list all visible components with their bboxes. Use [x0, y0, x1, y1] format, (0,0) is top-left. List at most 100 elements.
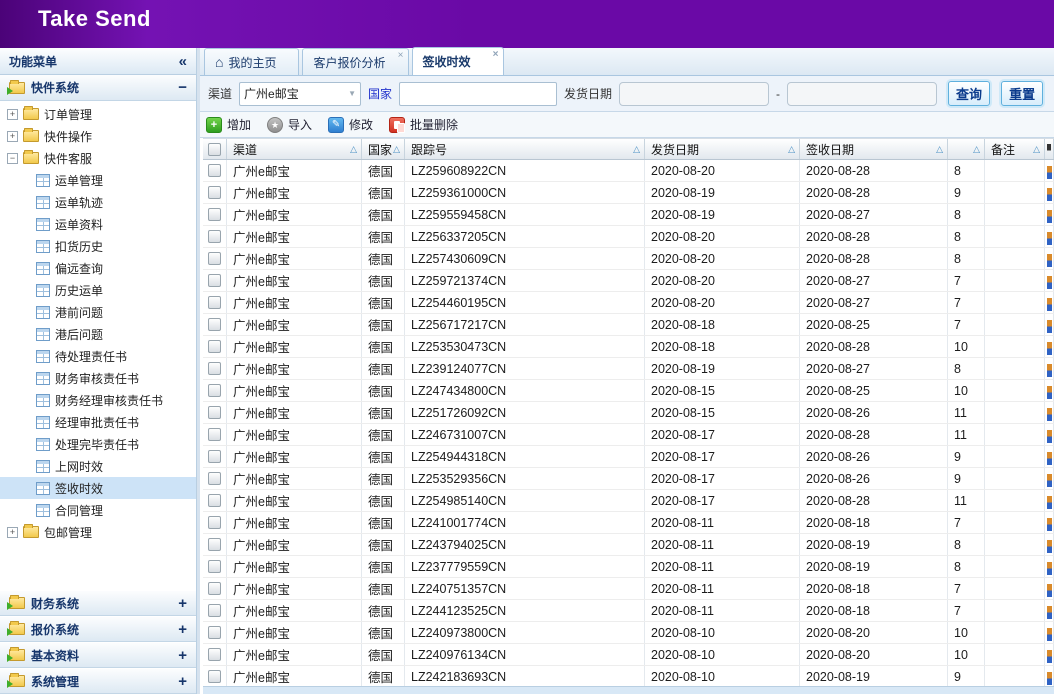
- country-input[interactable]: [399, 82, 557, 106]
- tab-客户报价分析[interactable]: 客户报价分析×: [302, 48, 408, 75]
- sidebar-item-财务经理审核责任书[interactable]: 财务经理审核责任书: [0, 389, 196, 411]
- row-checkbox[interactable]: [208, 560, 221, 573]
- cell-days: 8: [948, 556, 985, 577]
- row-checkbox[interactable]: [208, 318, 221, 331]
- tree-expander-icon[interactable]: +: [7, 109, 18, 120]
- select-all-checkbox[interactable]: [208, 143, 221, 156]
- sidebar-item-经理审批责任书[interactable]: 经理审批责任书: [0, 411, 196, 433]
- row-checkbox[interactable]: [208, 230, 221, 243]
- tree-folder-item[interactable]: +订单管理: [0, 103, 196, 125]
- sort-icon[interactable]: △: [788, 144, 795, 155]
- sidebar-item-港前问题[interactable]: 港前问题: [0, 301, 196, 323]
- sidebar-item-扣货历史[interactable]: 扣货历史: [0, 235, 196, 257]
- row-checkbox[interactable]: [208, 186, 221, 199]
- sidebar-bottom-sections: 财务系统+报价系统+基本资料+系统管理+: [0, 590, 196, 694]
- row-checkbox[interactable]: [208, 252, 221, 265]
- expand-plus-icon[interactable]: +: [178, 647, 187, 664]
- row-checkbox[interactable]: [208, 516, 221, 529]
- sidebar-item-待处理责任书[interactable]: 待处理责任书: [0, 345, 196, 367]
- sidebar-item-运单管理[interactable]: 运单管理: [0, 169, 196, 191]
- tab-我的主页[interactable]: ⌂我的主页: [204, 48, 299, 75]
- edit-button[interactable]: ✎ 修改: [328, 116, 373, 133]
- row-checkbox[interactable]: [208, 384, 221, 397]
- sort-icon[interactable]: △: [936, 144, 943, 155]
- date-from-input[interactable]: [619, 82, 769, 106]
- row-checkbox[interactable]: [208, 164, 221, 177]
- column-header-签收日期[interactable]: 签收日期△: [800, 139, 948, 159]
- row-checkbox[interactable]: [208, 406, 221, 419]
- row-checkbox[interactable]: [208, 274, 221, 287]
- collapse-minus-icon[interactable]: −: [178, 79, 187, 96]
- tab-close-icon[interactable]: ×: [398, 50, 404, 61]
- sort-icon[interactable]: △: [350, 144, 357, 155]
- sort-icon[interactable]: △: [633, 144, 640, 155]
- cell-clipped: [1045, 446, 1054, 467]
- column-header-days[interactable]: △: [948, 139, 985, 159]
- row-checkbox[interactable]: [208, 648, 221, 661]
- sidebar-item-港后问题[interactable]: 港后问题: [0, 323, 196, 345]
- tree-expander-icon[interactable]: +: [7, 527, 18, 538]
- row-checkbox[interactable]: [208, 428, 221, 441]
- sidebar-section-财务系统[interactable]: 财务系统+: [0, 590, 196, 616]
- row-checkbox[interactable]: [208, 538, 221, 551]
- add-button[interactable]: + 增加: [206, 116, 251, 133]
- expand-plus-icon[interactable]: +: [178, 621, 187, 638]
- table-row: 广州e邮宝德国LZ240751357CN2020-08-112020-08-18…: [203, 578, 1054, 600]
- clipped-cell-fragment: [1047, 210, 1052, 223]
- tab-签收时效[interactable]: 签收时效×: [412, 47, 504, 75]
- date-to-input[interactable]: [787, 82, 937, 106]
- column-header-跟踪号[interactable]: 跟踪号△: [405, 139, 645, 159]
- row-checkbox[interactable]: [208, 340, 221, 353]
- expand-plus-icon[interactable]: +: [178, 595, 187, 612]
- column-header-发货日期[interactable]: 发货日期△: [645, 139, 800, 159]
- row-checkbox[interactable]: [208, 450, 221, 463]
- reset-button[interactable]: 重置: [1001, 81, 1043, 106]
- import-button[interactable]: ★ 导入: [267, 116, 312, 133]
- cell-签收日期: 2020-08-26: [800, 446, 948, 467]
- tab-close-icon[interactable]: ×: [493, 49, 499, 60]
- sidebar-item-历史运单[interactable]: 历史运单: [0, 279, 196, 301]
- row-checkbox[interactable]: [208, 362, 221, 375]
- sidebar-section-基本资料[interactable]: 基本资料+: [0, 642, 196, 668]
- sidebar-item-上网时效[interactable]: 上网时效: [0, 455, 196, 477]
- tree-expander-icon[interactable]: +: [7, 131, 18, 142]
- edit-button-label: 修改: [349, 116, 373, 133]
- column-header-备注[interactable]: 备注△: [985, 139, 1045, 159]
- column-header-渠道[interactable]: 渠道△: [227, 139, 362, 159]
- search-button[interactable]: 查询: [948, 81, 990, 106]
- chevron-down-icon[interactable]: ▼: [348, 89, 356, 98]
- batch-delete-button[interactable]: 批量删除: [389, 116, 458, 133]
- sidebar-item-偏远查询[interactable]: 偏远查询: [0, 257, 196, 279]
- sidebar-section-express-system[interactable]: 快件系统 −: [0, 75, 196, 101]
- row-checkbox[interactable]: [208, 208, 221, 221]
- column-header-国家[interactable]: 国家△: [362, 139, 405, 159]
- sidebar-item-处理完毕责任书[interactable]: 处理完毕责任书: [0, 433, 196, 455]
- row-checkbox[interactable]: [208, 582, 221, 595]
- sidebar-item-运单轨迹[interactable]: 运单轨迹: [0, 191, 196, 213]
- folder-icon: [9, 675, 25, 687]
- sort-icon[interactable]: △: [1033, 144, 1040, 155]
- sidebar-collapse-icon[interactable]: «: [179, 53, 187, 70]
- row-checkbox[interactable]: [208, 472, 221, 485]
- tree-folder-item[interactable]: +快件操作: [0, 125, 196, 147]
- tree-folder-item[interactable]: +包邮管理: [0, 521, 196, 543]
- sidebar-item-合同管理[interactable]: 合同管理: [0, 499, 196, 521]
- row-checkbox[interactable]: [208, 670, 221, 683]
- tree-expander-icon[interactable]: −: [7, 153, 18, 164]
- expand-plus-icon[interactable]: +: [178, 673, 187, 690]
- horizontal-scrollbar[interactable]: [203, 686, 1054, 694]
- tree-folder-item[interactable]: −快件客服: [0, 147, 196, 169]
- sort-icon[interactable]: △: [393, 144, 400, 155]
- sidebar-item-财务审核责任书[interactable]: 财务审核责任书: [0, 367, 196, 389]
- sidebar-item-签收时效[interactable]: 签收时效: [0, 477, 196, 499]
- channel-select[interactable]: 广州e邮宝 ▼: [239, 82, 361, 106]
- cell-备注: [985, 292, 1045, 313]
- row-checkbox[interactable]: [208, 494, 221, 507]
- sort-icon[interactable]: △: [973, 144, 980, 155]
- sidebar-section-报价系统[interactable]: 报价系统+: [0, 616, 196, 642]
- sidebar-section-系统管理[interactable]: 系统管理+: [0, 668, 196, 694]
- row-checkbox[interactable]: [208, 626, 221, 639]
- row-checkbox[interactable]: [208, 604, 221, 617]
- row-checkbox[interactable]: [208, 296, 221, 309]
- sidebar-item-运单资料[interactable]: 运单资料: [0, 213, 196, 235]
